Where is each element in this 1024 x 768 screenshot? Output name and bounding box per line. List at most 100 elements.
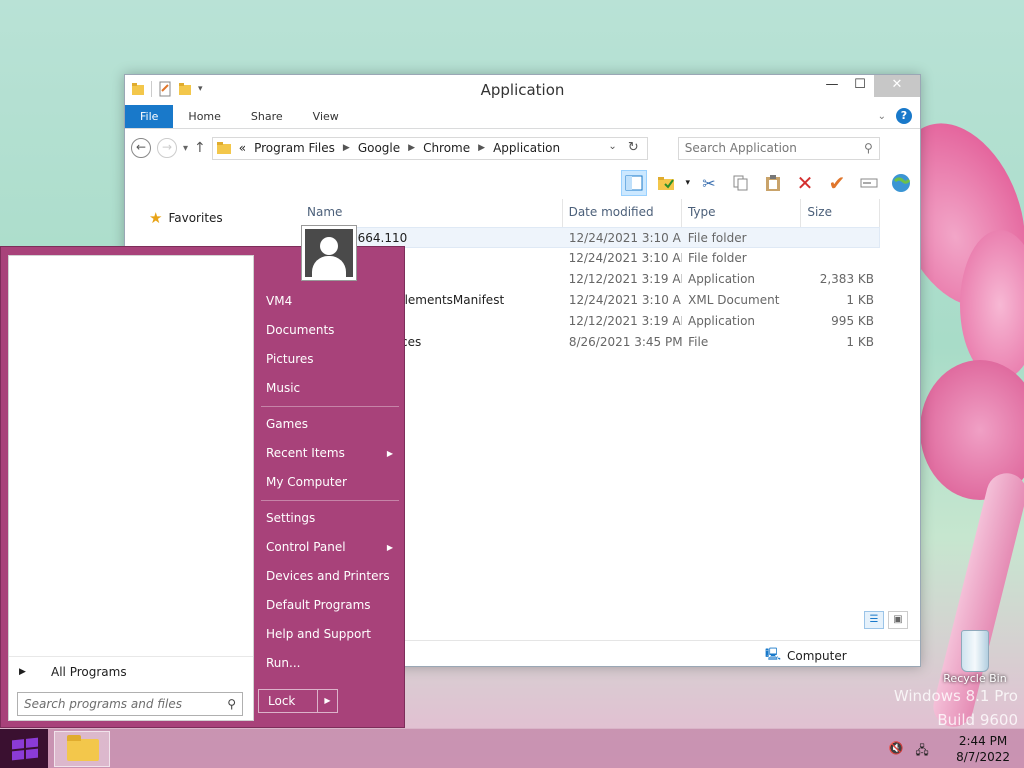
back-button[interactable]: ← <box>131 138 151 158</box>
tab-file[interactable]: File <box>125 105 174 128</box>
column-size[interactable]: Size <box>801 199 880 227</box>
column-type[interactable]: Type <box>682 199 802 227</box>
cut-icon[interactable]: ✂ <box>696 170 722 196</box>
breadcrumb-program-files[interactable]: Program Files <box>254 141 335 155</box>
watermark-edition: Windows 8.1 Pro <box>893 687 1018 705</box>
file-size: 995 KB <box>831 314 874 328</box>
file-type: File folder <box>687 251 747 265</box>
file-date: 12/12/2021 3:19 AM <box>568 272 682 286</box>
clock[interactable]: 2:44 PM 8/7/2022 <box>956 733 1010 765</box>
breadcrumb-google[interactable]: Google <box>358 141 400 155</box>
taskbar-file-explorer[interactable] <box>54 731 110 767</box>
address-bar[interactable]: « Program Files ▶ Google ▶ Chrome ▶ Appl… <box>211 136 648 160</box>
folder-icon <box>67 735 99 761</box>
user-avatar[interactable] <box>301 225 357 281</box>
start-search-placeholder: Search programs and files <box>24 697 182 711</box>
start-item-pictures[interactable]: Pictures <box>259 345 399 374</box>
breadcrumb-chrome[interactable]: Chrome <box>423 141 470 155</box>
lock-button[interactable]: Lock <box>259 690 317 712</box>
clock-date: 8/7/2022 <box>956 750 1010 764</box>
tab-share[interactable]: Share <box>236 105 298 128</box>
network-icon[interactable]: 🖧 <box>914 741 930 757</box>
separator <box>261 406 399 407</box>
paste-icon[interactable] <box>760 170 786 196</box>
lock-options-button[interactable]: ▶ <box>317 690 337 712</box>
command-toolbar: ▾ ✂ ✕ ✔ <box>125 167 920 199</box>
column-date-modified[interactable]: Date modified <box>563 199 682 227</box>
large-icons-view-button[interactable]: ▣ <box>888 611 908 629</box>
column-name[interactable]: Name <box>301 199 563 227</box>
details-view-button[interactable]: ☰ <box>864 611 884 629</box>
file-date: 12/24/2021 3:10 AM <box>568 231 682 245</box>
star-icon: ★ <box>149 209 163 227</box>
status-location: 🖳 Computer <box>765 645 847 666</box>
system-tray: 🔇 🖧 2:44 PM 8/7/2022 <box>888 729 1024 768</box>
all-programs-label: All Programs <box>51 664 127 679</box>
start-item-games[interactable]: Games <box>259 410 399 439</box>
forward-button[interactable]: → <box>157 138 177 158</box>
start-item-run[interactable]: Run... <box>259 649 399 678</box>
ribbon-tabs: File Home Share View ⌄ ? <box>125 105 920 129</box>
file-size: 1 KB <box>846 335 874 349</box>
search-input[interactable]: Search Application ⚲ <box>677 136 880 160</box>
help-icon[interactable]: ? <box>896 108 912 124</box>
start-item-help-and-support[interactable]: Help and Support <box>259 620 399 649</box>
recent-locations-icon[interactable]: ▾ <box>183 143 188 154</box>
start-item-documents[interactable]: Documents <box>259 316 399 345</box>
refresh-icon[interactable]: ↻ <box>628 140 639 155</box>
triangle-right-icon: ▶ <box>19 666 26 677</box>
checkmark-icon[interactable]: ✔ <box>824 170 850 196</box>
recycle-bin-icon[interactable]: Recycle Bin <box>940 630 1010 685</box>
column-headers: Name Date modified Type Size <box>301 199 880 227</box>
start-search-input[interactable]: Search programs and files ⚲ <box>17 692 243 716</box>
search-icon[interactable]: ⚲ <box>864 141 873 155</box>
globe-icon[interactable] <box>888 170 914 196</box>
chevron-right-icon: ▶ <box>386 543 393 552</box>
expand-ribbon-icon[interactable]: ⌄ <box>878 111 886 122</box>
folder-icon <box>216 142 231 154</box>
chevron-right-icon[interactable]: ▶ <box>408 143 415 153</box>
title-bar: ▾ Application — ☐ ✕ <box>125 75 920 105</box>
start-item-devices-and-printers[interactable]: Devices and Printers <box>259 562 399 591</box>
start-item-settings[interactable]: Settings <box>259 504 399 533</box>
chevron-right-icon[interactable]: ▶ <box>343 143 350 153</box>
trash-icon <box>961 630 989 672</box>
folder-options-icon[interactable] <box>653 170 679 196</box>
start-item-recent-items[interactable]: Recent Items ▶ <box>259 439 399 468</box>
up-button[interactable]: ↑ <box>194 140 206 156</box>
file-size: 2,383 KB <box>819 272 874 286</box>
file-date: 12/24/2021 3:10 AM <box>568 251 682 265</box>
all-programs-button[interactable]: ▶ All Programs <box>9 656 253 686</box>
file-row[interactable]: 3664.110 12/24/2021 3:10 AM File folder <box>301 227 880 248</box>
start-item-default-programs[interactable]: Default Programs <box>259 591 399 620</box>
search-icon[interactable]: ⚲ <box>227 697 236 711</box>
rename-icon[interactable] <box>856 170 882 196</box>
breadcrumb-application[interactable]: Application <box>493 141 560 155</box>
speaker-muted-icon[interactable]: 🔇 <box>888 741 904 757</box>
file-date: 12/12/2021 3:19 AM <box>568 314 682 328</box>
copy-icon[interactable] <box>728 170 754 196</box>
delete-icon[interactable]: ✕ <box>792 170 818 196</box>
file-type: Application <box>687 314 756 328</box>
minimize-button[interactable]: — <box>818 75 846 97</box>
nav-favorites[interactable]: ★ Favorites <box>149 209 223 227</box>
start-button[interactable] <box>0 729 48 768</box>
tab-view[interactable]: View <box>298 105 354 128</box>
tab-home[interactable]: Home <box>173 105 235 128</box>
close-button[interactable]: ✕ <box>874 75 920 97</box>
folder-options-dropdown[interactable]: ▾ <box>685 178 690 188</box>
chevron-right-icon[interactable]: ▶ <box>478 143 485 153</box>
address-overflow[interactable]: « <box>239 141 246 155</box>
start-item-control-panel-label: Control Panel <box>266 540 346 554</box>
file-size <box>801 248 880 269</box>
maximize-button[interactable]: ☐ <box>846 75 874 97</box>
chevron-down-icon[interactable]: ⌄ <box>608 141 616 152</box>
windows-logo-icon <box>12 737 38 761</box>
start-item-vm4[interactable]: VM4 <box>259 287 399 316</box>
start-item-control-panel[interactable]: Control Panel ▶ <box>259 533 399 562</box>
start-item-my-computer[interactable]: My Computer <box>259 468 399 497</box>
start-item-music[interactable]: Music <box>259 374 399 403</box>
file-date: 12/24/2021 3:10 AM <box>568 293 683 307</box>
preview-pane-button[interactable] <box>621 170 648 196</box>
chevron-right-icon: ▶ <box>386 449 393 458</box>
